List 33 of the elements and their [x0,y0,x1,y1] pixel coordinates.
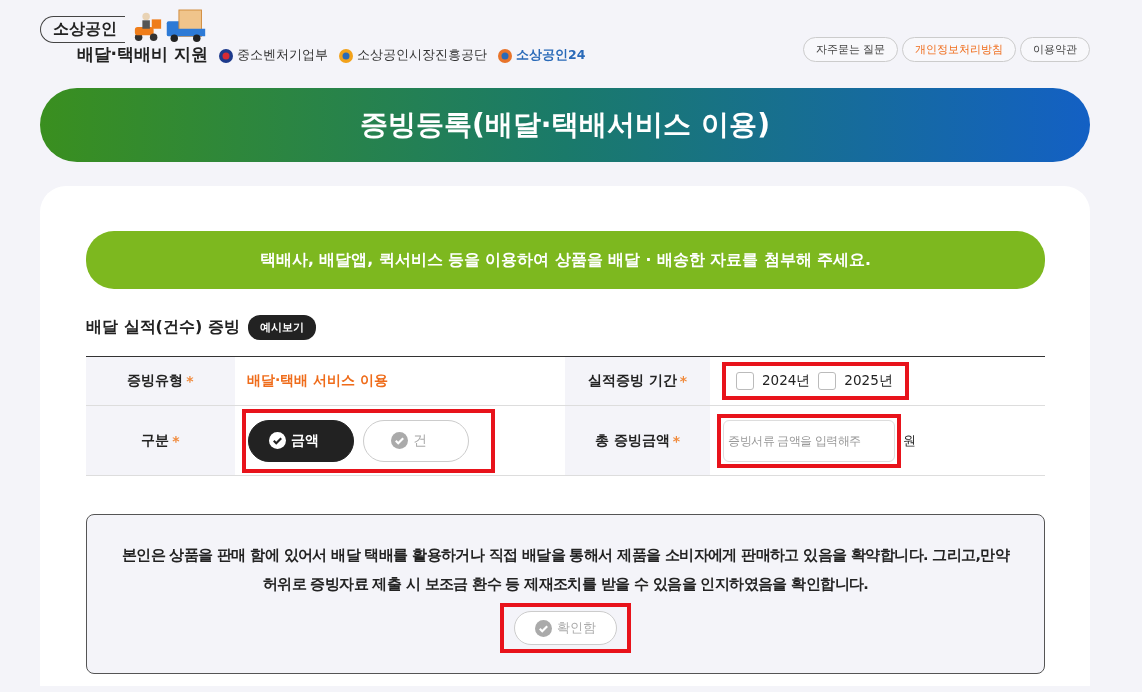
emblem-icon [338,47,354,64]
page-title-banner: 증빙등록(배달·택배서비스 이용) [40,88,1090,162]
unit-text: 원 [903,431,916,450]
field-label: 총 증빙금액 [594,431,670,450]
checkbox[interactable] [818,372,837,390]
emblem-icon [218,47,234,64]
agency-name: 소상공인24 [516,47,586,64]
agency-name: 중소벤처기업부 [237,47,328,64]
field-label: 실적증빙 기간 [587,372,677,390]
field-label: 구분 [141,431,170,450]
example-button[interactable]: 예시보기 [247,315,316,340]
required-mark: * [679,373,688,389]
required-mark: * [172,432,180,449]
required-mark: * [672,432,681,449]
field-label: 증빙유형 [127,372,184,390]
agency-name: 소상공인시장진흥공단 [357,47,487,64]
logo-subtitle: 배달·택배비 지원 [76,43,208,66]
checkbox-label: 2024년 [762,372,811,390]
checkbox-label: 2025년 [844,372,893,390]
check-icon [269,432,286,449]
header-link[interactable]: 이용약관 [1020,37,1090,62]
checkbox[interactable] [736,372,754,390]
section-title: 배달 실적(건수) 증빙 [86,317,240,338]
check-icon [391,432,408,449]
header-link[interactable]: 자주묻는 질문 [802,37,898,62]
required-mark: * [186,373,194,389]
amount-input[interactable]: 증빙서류 금액을 입력해주 [723,419,895,462]
check-icon [535,619,552,637]
emblem-icon [497,47,513,64]
field-value: 배달·택배 서비스 이용 [247,372,389,390]
notice-bubble: 택배사, 배달앱, 퀵서비스 등을 이용하여 상품을 배달 · 배송한 자료를 첨부해 주세요. [86,231,1045,289]
option-button[interactable]: 금액 [248,419,354,462]
pledge-text: 본인은 상품을 판매 함에 있어서 배달 택배를 활용하거나 직접 배달을 통해서 제품을 소비자에게 판매하고 있음을 확약합니다. 그리고,만약 허위로 증빙자료 제출 시 보조금 환수 등 제재조치를 받을 수 있음을 인지하였음을 확인합니다. [120,546,1011,594]
